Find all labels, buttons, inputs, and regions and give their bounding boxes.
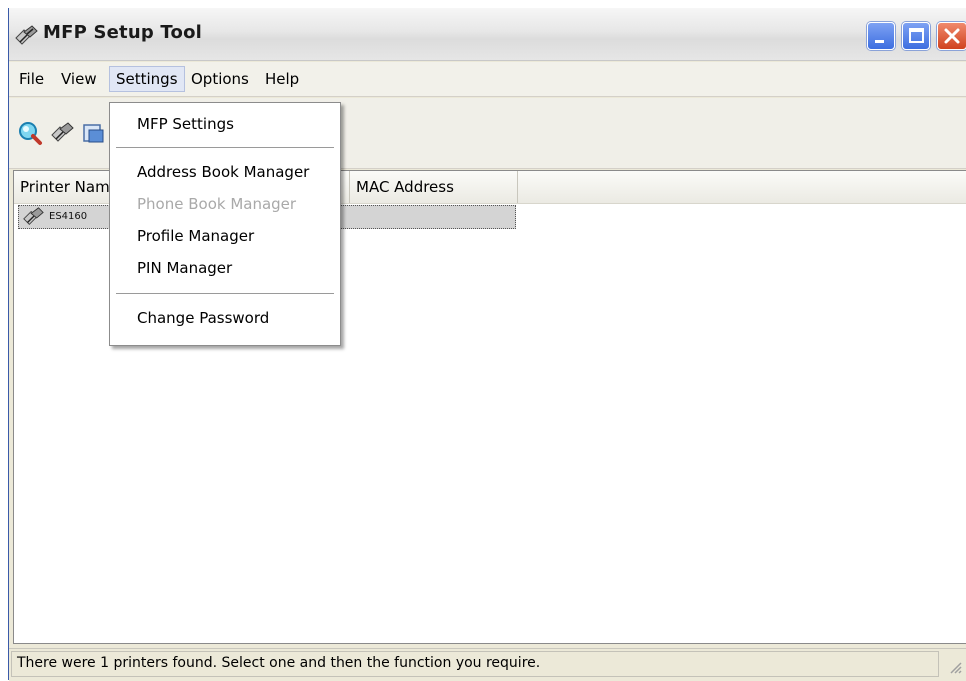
minimize-button[interactable]	[867, 22, 895, 50]
printer-name-cell: ES4160	[49, 211, 88, 222]
menu-item-change-password[interactable]: Change Password	[137, 309, 269, 327]
menu-separator	[116, 147, 334, 148]
menu-item-mfp-settings[interactable]: MFP Settings	[137, 115, 234, 133]
menu-item-pin-manager[interactable]: PIN Manager	[137, 259, 232, 277]
menu-options[interactable]: Options	[185, 66, 255, 92]
menu-separator	[116, 293, 334, 294]
status-bar: There were 1 printers found. Select one …	[9, 648, 966, 681]
menu-file[interactable]: File	[13, 66, 50, 92]
menu-item-address-book-manager[interactable]: Address Book Manager	[137, 163, 309, 181]
menu-item-profile-manager[interactable]: Profile Manager	[137, 227, 254, 245]
menu-settings[interactable]: Settings	[109, 66, 185, 92]
column-mac-address[interactable]: MAC Address	[350, 171, 518, 203]
settings-dropdown: MFP Settings Address Book Manager Phone …	[109, 102, 341, 346]
close-button[interactable]	[937, 22, 966, 50]
resize-grip-icon[interactable]	[947, 659, 963, 675]
maximize-button[interactable]	[902, 22, 930, 50]
minimize-icon	[875, 40, 884, 43]
menu-item-phone-book-manager: Phone Book Manager	[137, 195, 297, 213]
close-icon	[944, 28, 960, 44]
title-bar[interactable]: MFP Setup Tool	[9, 8, 966, 61]
app-icon	[15, 25, 38, 45]
printer-setup-icon[interactable]	[49, 120, 75, 146]
menu-help[interactable]: Help	[259, 66, 305, 92]
status-message: There were 1 printers found. Select one …	[17, 655, 541, 671]
menu-bar: File View Settings Options Help	[9, 62, 966, 97]
menu-view[interactable]: View	[55, 66, 103, 92]
printer-icon	[23, 207, 44, 225]
app-window: MFP Setup Tool File View Settings Option…	[8, 8, 966, 681]
printer-config-icon[interactable]	[81, 120, 107, 146]
maximize-icon	[909, 28, 924, 43]
search-icon[interactable]	[17, 120, 43, 146]
window-title: MFP Setup Tool	[43, 22, 202, 43]
